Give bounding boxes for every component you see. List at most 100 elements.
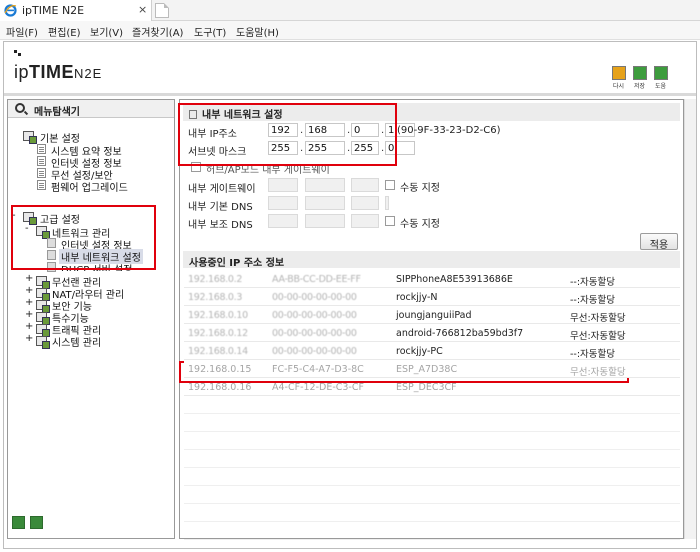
cell-ip: 192.168.0.2 (188, 274, 243, 285)
cell-ip: 192.168.0.14 (188, 346, 248, 357)
menu-help[interactable]: 도움말(H) (236, 24, 279, 39)
dns1-octet-2 (305, 196, 345, 210)
menu-explorer-header: 메뉴탐색기 (8, 100, 174, 118)
cell-ip: 192.168.0.3 (188, 292, 243, 303)
reload-label: 다시 (613, 83, 625, 90)
menu-file[interactable]: 파일(F) (6, 24, 38, 39)
dns2-octet-1 (268, 214, 298, 228)
save-icon[interactable] (633, 66, 647, 80)
tab-title: ipTIME N2E (22, 4, 85, 17)
cell-mac: 00-00-00-00-00-00 (272, 328, 357, 339)
nat-folder-icon (36, 288, 50, 301)
cell-mac: 00-00-00-00-00-00 (272, 292, 357, 303)
browser-tab[interactable]: ipTIME N2E × (0, 0, 152, 21)
menu-favorites[interactable]: 즐겨찾기(A) (132, 24, 183, 39)
new-tab-icon[interactable] (155, 3, 169, 18)
expand-icon[interactable]: + (25, 273, 33, 284)
dns1-octet-1 (268, 196, 298, 210)
logout-icon[interactable] (30, 516, 43, 529)
dns1-label: 내부 기본 DNS (188, 202, 253, 213)
gateway-manual-label: 수동 지정 (400, 183, 440, 194)
browser-tab-bar: ipTIME N2E × (0, 0, 700, 21)
dns2-octet-2 (305, 214, 345, 228)
cell-name: ESP_DEC3CF (396, 382, 457, 393)
cell-name: rockjjy-PC (396, 346, 443, 357)
menu-edit[interactable]: 편집(E) (48, 24, 81, 39)
cell-type: --:자동할당 (570, 295, 616, 306)
empty-row (184, 396, 680, 414)
home-icon[interactable] (12, 516, 25, 529)
gateway-label: 내부 게이트웨이 (188, 184, 256, 195)
mac-address: (90-9F-33-23-D2-C6) (397, 125, 501, 136)
page-icon (37, 168, 46, 178)
table-row: 192.168.0.10 00-00-00-00-00-00 joungjangui… (184, 306, 680, 324)
tab-close-icon[interactable]: × (138, 3, 147, 16)
reload-icon[interactable] (612, 66, 626, 80)
table-row: 192.168.0.16 A4-CF-12-DE-C3-CF ESP_DEC3CF (184, 378, 680, 396)
cell-name: android-766812ba59bd3f7 (396, 328, 524, 339)
apply-button[interactable]: 적용 (640, 233, 678, 251)
help-icon[interactable] (654, 66, 668, 80)
cell-type: 무선:자동할당 (570, 313, 626, 324)
scrollbar[interactable] (684, 99, 696, 539)
expand-icon[interactable]: + (25, 333, 33, 344)
cell-type: 무선:자동할당 (570, 331, 626, 342)
menu-tools[interactable]: 도구(T) (194, 24, 226, 39)
expand-icon[interactable]: + (25, 297, 33, 308)
ie-icon (4, 4, 17, 17)
dns1-octet-3 (351, 196, 379, 210)
empty-row (184, 432, 680, 450)
cell-mac: 00-00-00-00-00-00 (272, 310, 357, 321)
cell-type: 무선:자동할당 (570, 367, 626, 378)
table-row: 192.168.0.15 FC-F5-C4-A7-D3-8C ESP_A7D38C 무… (184, 360, 680, 378)
iptime-logo: ipTIMEN2E (14, 62, 103, 82)
lock-icon (36, 300, 50, 313)
cell-type: --:자동할당 (570, 277, 616, 288)
cell-mac: FC-F5-C4-A7-D3-8C (272, 364, 364, 375)
gateway-octet-2 (305, 178, 345, 192)
empty-row (184, 522, 680, 540)
gateway-octet-3 (351, 178, 379, 192)
gateway-manual-checkbox[interactable] (385, 180, 395, 190)
empty-row (184, 468, 680, 486)
tree-firmware-upgrade[interactable]: 펌웨어 업그레이드 (51, 179, 128, 194)
page-icon (37, 180, 46, 190)
dns2-octet-3 (351, 214, 379, 228)
cell-name: ESP_A7D38C (396, 364, 458, 375)
page-icon (37, 156, 46, 166)
special-folder-icon (36, 312, 50, 325)
tree-system-management[interactable]: 시스템 관리 (52, 334, 101, 349)
table-row: 192.168.0.2 AA-BB-CC-DD-EE-FF SIPPhoneA8E5… (184, 270, 680, 288)
table-row: 192.168.0.12 00-00-00-00-00-00 android-766… (184, 324, 680, 342)
system-folder-icon (36, 336, 50, 349)
cell-type: --:자동할당 (570, 349, 616, 360)
table-row: 192.168.0.14 00-00-00-00-00-00 rockjjy-PC -… (184, 342, 680, 360)
empty-row (184, 486, 680, 504)
cell-mac: A4-CF-12-DE-C3-CF (272, 382, 364, 393)
expand-icon[interactable]: + (25, 321, 33, 332)
save-label: 저장 (634, 83, 646, 90)
highlight-box (11, 205, 156, 270)
cell-name: joungjanguiiPad (396, 310, 472, 321)
highlight-box (178, 103, 397, 166)
dns-manual-checkbox[interactable] (385, 216, 395, 226)
menu-view[interactable]: 보기(V) (90, 24, 123, 39)
expand-icon[interactable]: + (25, 309, 33, 320)
cell-ip: 192.168.0.12 (188, 328, 248, 339)
expand-icon[interactable]: + (25, 285, 33, 296)
empty-row (184, 414, 680, 432)
cell-ip: 192.168.0.10 (188, 310, 248, 321)
basic-settings-folder-icon (23, 131, 37, 144)
cell-ip: 192.168.0.16 (188, 382, 252, 393)
dns-manual-label: 수동 지정 (400, 219, 440, 230)
page-icon (37, 144, 46, 154)
cell-name: rockjjy-N (396, 292, 438, 303)
browser-menu-bar: 파일(F) 편집(E) 보기(V) 즐겨찾기(A) 도구(T) 도움말(H) (0, 21, 700, 40)
dns2-label: 내부 보조 DNS (188, 220, 253, 231)
help-label: 도움 (655, 83, 667, 90)
ipinfo-section-header: 사용중인 IP 주소 정보 (183, 251, 680, 269)
table-row: 192.168.0.3 00-00-00-00-00-00 rockjjy-N --:… (184, 288, 680, 306)
empty-row (184, 450, 680, 468)
gateway-octet-1 (268, 178, 298, 192)
cell-ip: 192.168.0.15 (188, 364, 252, 375)
